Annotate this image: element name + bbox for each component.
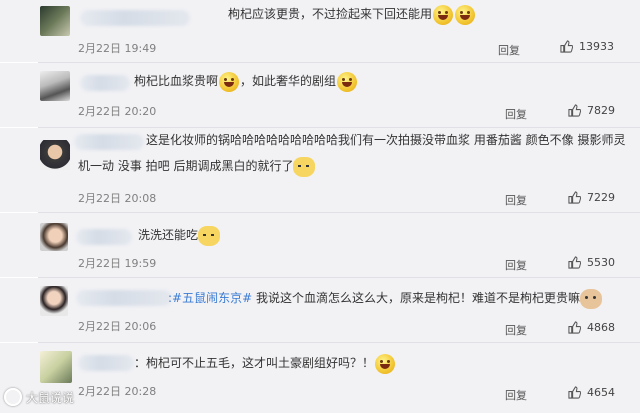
thumbs-up-icon [568,321,581,334]
comment-date: 2月22日 20:08 [78,192,157,205]
reply-button[interactable]: 回复 [505,257,527,273]
comment-date: 2月22日 19:49 [78,42,157,55]
like-button[interactable]: 7829 [568,104,615,117]
thumbs-up-icon [568,104,581,117]
smirk-emoji-icon [375,353,396,374]
comment-text: 洗洗还能吃 [138,225,221,246]
thumbs-up-icon [568,386,581,399]
comment-item: :#五鼠闹东京# 我说这个血滴怎么这么大，原来是枸杞！难道不是枸杞更贵嘛 2月2… [0,278,640,342]
laugh-emoji-icon [455,4,476,25]
username[interactable] [80,10,190,26]
thumbs-up-icon [568,256,581,269]
comment-item: 洗洗还能吃 2月22日 19:59 回复 5530 [0,213,640,277]
comment-text: ：枸杞可不止五毛，这才叫土豪剧组好吗？！ [134,353,396,374]
comment-date: 2月22日 20:20 [78,105,157,118]
avatar[interactable] [40,286,68,316]
like-count: 7229 [587,191,615,204]
comment-body: ，如此奢华的剧组 [240,74,337,88]
thumbs-up-icon [568,191,581,204]
laugh-emoji-icon [219,71,240,92]
laugh-emoji-icon [433,4,454,25]
username[interactable] [74,134,144,150]
avatar[interactable] [40,6,70,36]
dog-emoji-icon [579,288,602,309]
comment-item: 枸杞比血浆贵啊 ，如此奢华的剧组 2月22日 20:20 回复 7829 [0,63,640,127]
comment-date: 2月22日 19:59 [78,257,157,270]
watermark-text: 大鼠说说 [26,390,75,405]
topic-link[interactable]: :#五鼠闹东京# [168,291,252,305]
avatar[interactable] [40,140,70,170]
reply-button[interactable]: 回复 [498,42,520,58]
username[interactable] [78,355,134,371]
comment-body: 洗洗还能吃 [138,228,199,242]
comment-item: 这是化妆师的锅哈哈哈哈哈哈哈哈哈我们有一次拍摄没带血浆 用番茄酱 颜色不像 摄影… [0,128,640,212]
username[interactable] [80,75,130,91]
reply-button[interactable]: 回复 [505,192,527,208]
comment-body: 机一动 没事 拍吧 后期调成黑白的就行了 [78,159,294,173]
comment-item: 枸杞应该更贵，不过捡起来下回还能用 2月22日 19:49 回复 13933 [0,0,640,62]
like-count: 4654 [587,386,615,399]
like-button[interactable]: 5530 [568,256,615,269]
thumbs-up-icon [560,40,573,53]
comment-text: :#五鼠闹东京# 我说这个血滴怎么这么大，原来是枸杞！难道不是枸杞更贵嘛 [168,288,602,309]
like-count: 7829 [587,104,615,117]
comment-body: 枸杞应该更贵，不过捡起来下回还能用 [228,7,433,21]
username[interactable] [76,229,132,245]
like-button[interactable]: 4654 [568,386,615,399]
cat-emoji-icon [293,156,316,177]
cat-emoji-icon [198,225,221,246]
camera-icon [4,388,22,406]
like-button[interactable]: 13933 [560,40,614,53]
like-count: 4868 [587,321,615,334]
avatar[interactable] [40,71,70,101]
comment-body: ：枸杞可不止五毛，这才叫土豪剧组好吗？！ [134,356,375,370]
avatar[interactable] [40,351,72,383]
comment-date: 2月22日 20:06 [78,320,157,333]
laugh-emoji-icon [337,71,358,92]
comment-body: 我说这个血滴怎么这么大，原来是枸杞！难道不是枸杞更贵嘛 [252,291,580,305]
comment-text: 枸杞比血浆贵啊 ，如此奢华的剧组 [134,71,358,92]
reply-button[interactable]: 回复 [505,387,527,403]
comment-date: 2月22日 20:28 [78,385,157,398]
watermark: 大鼠说说 [4,388,74,406]
comment-text: 这是化妆师的锅哈哈哈哈哈哈哈哈哈我们有一次拍摄没带血浆 用番茄酱 颜色不像 摄影… [146,130,625,150]
comment-body: 枸杞比血浆贵啊 [134,74,219,88]
comment-text: 枸杞应该更贵，不过捡起来下回还能用 [228,4,476,25]
username[interactable] [76,290,172,306]
avatar[interactable] [40,223,68,251]
reply-button[interactable]: 回复 [505,322,527,338]
like-count: 5530 [587,256,615,269]
comment-text-line2: 机一动 没事 拍吧 后期调成黑白的就行了 [78,156,316,177]
like-button[interactable]: 4868 [568,321,615,334]
reply-button[interactable]: 回复 [505,106,527,122]
comment-body: 这是化妆师的锅哈哈哈哈哈哈哈哈哈我们有一次拍摄没带血浆 用番茄酱 颜色不像 摄影… [146,133,626,147]
comment-list: 枸杞应该更贵，不过捡起来下回还能用 2月22日 19:49 回复 13933 枸… [0,0,640,413]
comment-item: ：枸杞可不止五毛，这才叫土豪剧组好吗？！ 2月22日 20:28 回复 4654 [0,343,640,413]
like-button[interactable]: 7229 [568,191,615,204]
like-count: 13933 [579,40,614,53]
